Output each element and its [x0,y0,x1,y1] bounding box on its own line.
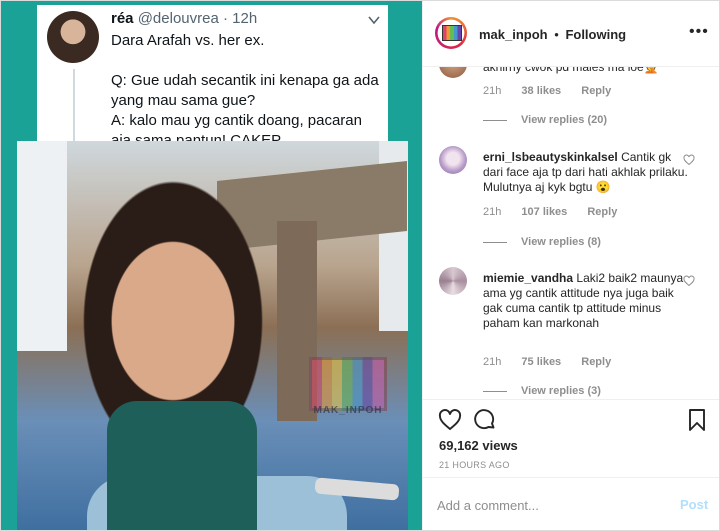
video-player[interactable]: MAK_INPOH [17,141,408,530]
replies-dash [483,119,507,121]
comment-meta: 21h 75 likes Reply [483,356,628,368]
tweet-line: A: kalo mau yg cantik doang, pacaran aja… [111,112,362,141]
comment-text-partial: akhirny cwok pd males ma loe🤦 [483,66,659,74]
reply-button[interactable]: Reply [587,206,617,218]
comment-avatar[interactable] [439,146,467,174]
comment-composer: Post [423,477,719,530]
comment-likes[interactable]: 107 likes [521,206,567,218]
chevron-down-icon [367,13,381,27]
watermark-text: MAK_INPOH [313,405,383,416]
account-avatar[interactable] [435,17,467,49]
post-sidebar: mak_inpoh • Following ••• akhirny cwok p… [422,1,719,530]
post-comment-button[interactable]: Post [680,497,708,512]
view-count[interactable]: 69,162 views [439,438,518,453]
view-replies-label: View replies (8) [521,236,601,248]
tweet-avatar [47,11,99,63]
comment-text: erni_lsbeautyskinkalsel Cantik gk dari f… [483,150,689,195]
comment-avatar[interactable] [439,66,467,78]
comment-likes[interactable]: 75 likes [521,356,561,368]
video-scene-curtain [17,141,67,351]
post-timestamp[interactable]: 21 HOURS AGO [439,460,510,470]
bookmark-icon[interactable] [685,408,709,432]
view-replies-label: View replies (20) [521,114,608,126]
tweet-line: Dara Arafah vs. her ex. [111,32,265,49]
comment-text: miemie_vandha Laki2 baik2 maunya ama yg … [483,271,689,331]
reply-button[interactable]: Reply [581,356,611,368]
post-dialog: réa @delouvrea · 12h Dara Arafah vs. her… [0,0,720,531]
post-media[interactable]: réa @delouvrea · 12h Dara Arafah vs. her… [1,1,422,530]
view-replies-button[interactable]: View replies (3) [483,385,601,397]
like-comment-icon[interactable] [683,275,695,287]
like-comment-icon[interactable] [683,154,695,166]
comment-time: 21h [483,206,502,218]
header-dot: • [554,27,559,42]
comment-time: 21h [483,85,502,97]
tweet-time: 12h [232,10,258,27]
view-replies-button[interactable]: View replies (8) [483,236,601,248]
watermark-logo [309,357,387,411]
comment-icon[interactable] [473,408,497,432]
thread-line [73,69,75,141]
reply-button[interactable]: Reply [581,85,611,97]
tweet-line: Q: Gue udah secantik ini kenapa ga ada y… [111,72,379,109]
tweet-screenshot: réa @delouvrea · 12h Dara Arafah vs. her… [37,5,388,141]
video-scene-dress [107,401,257,530]
comment-username[interactable]: miemie_vandha [483,271,573,285]
post-actions: 69,162 views 21 HOURS AGO [423,399,719,478]
view-replies-button[interactable]: View replies (20) [483,114,607,126]
tweet-author-name: réa [111,10,134,27]
comment-time: 21h [483,356,502,368]
view-replies-label: View replies (3) [521,385,601,397]
replies-dash [483,390,507,392]
comments-list[interactable]: akhirny cwok pd males ma loe🤦 21h 38 lik… [423,66,719,399]
account-username[interactable]: mak_inpoh [479,27,548,42]
comment-likes[interactable]: 38 likes [521,85,561,97]
more-options-icon[interactable]: ••• [689,23,709,41]
comment-username[interactable]: erni_lsbeautyskinkalsel [483,150,618,164]
tweet-header: réa @delouvrea · 12h [111,10,257,27]
tweet-separator: · [222,10,228,27]
tweet-text: Dara Arafah vs. her ex. Q: Gue udah seca… [111,31,381,141]
comment-meta: 21h 38 likes Reply [483,85,628,97]
following-button[interactable]: Following [565,27,626,42]
replies-dash [483,241,507,243]
comment-avatar[interactable] [439,267,467,295]
post-header: mak_inpoh • Following ••• [423,1,719,67]
tweet-handle: @delouvrea [137,10,219,27]
header-username-line: mak_inpoh • Following [479,27,626,42]
comment-meta: 21h 107 likes Reply [483,206,634,218]
heart-icon[interactable] [438,408,462,432]
comment-input[interactable] [437,495,667,515]
